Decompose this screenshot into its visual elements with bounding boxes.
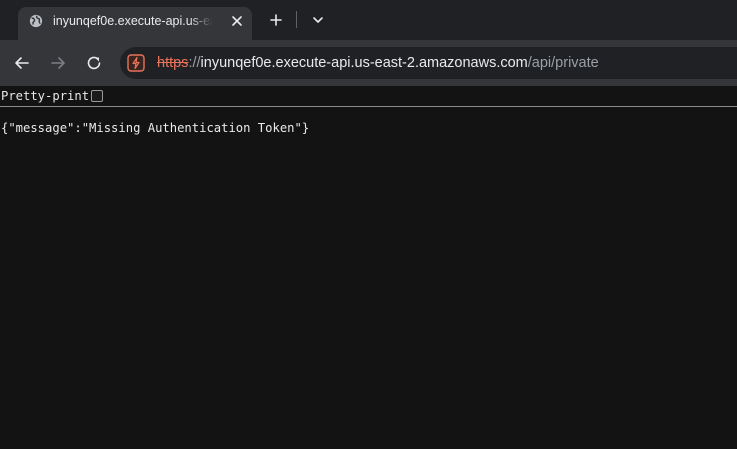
pretty-print-checkbox[interactable] — [91, 90, 103, 102]
pretty-print-label: Pretty-print — [1, 89, 90, 103]
pretty-print-bar: Pretty-print — [0, 86, 737, 107]
url-host: inyunqef0e.execute-api.us-east-2.amazona… — [200, 55, 528, 71]
chevron-down-icon[interactable] — [308, 10, 328, 30]
json-response-body: {"message":"Missing Authentication Token… — [1, 121, 310, 135]
url-scheme: https — [157, 55, 189, 71]
tab-strip-separator — [296, 11, 297, 28]
address-bar[interactable]: https://inyunqef0e.execute-api.us-east-2… — [120, 47, 737, 79]
url-separator: :// — [188, 55, 201, 71]
globe-icon — [29, 14, 43, 28]
tab-title: inyunqef0e.execute-api.us-east-2.amazona… — [53, 14, 213, 28]
not-secure-icon[interactable] — [127, 54, 145, 72]
plus-icon[interactable] — [266, 10, 286, 30]
url-path: /api/private — [527, 55, 599, 71]
reload-icon[interactable] — [84, 53, 104, 73]
forward-arrow-icon[interactable] — [48, 53, 68, 73]
url-text[interactable]: https://inyunqef0e.execute-api.us-east-2… — [157, 55, 599, 71]
close-icon[interactable] — [228, 12, 246, 30]
tab-strip: inyunqef0e.execute-api.us-east-2.amazona… — [0, 0, 737, 40]
browser-toolbar: https://inyunqef0e.execute-api.us-east-2… — [0, 40, 737, 86]
active-tab[interactable]: inyunqef0e.execute-api.us-east-2.amazona… — [18, 7, 252, 40]
back-arrow-icon[interactable] — [12, 53, 32, 73]
